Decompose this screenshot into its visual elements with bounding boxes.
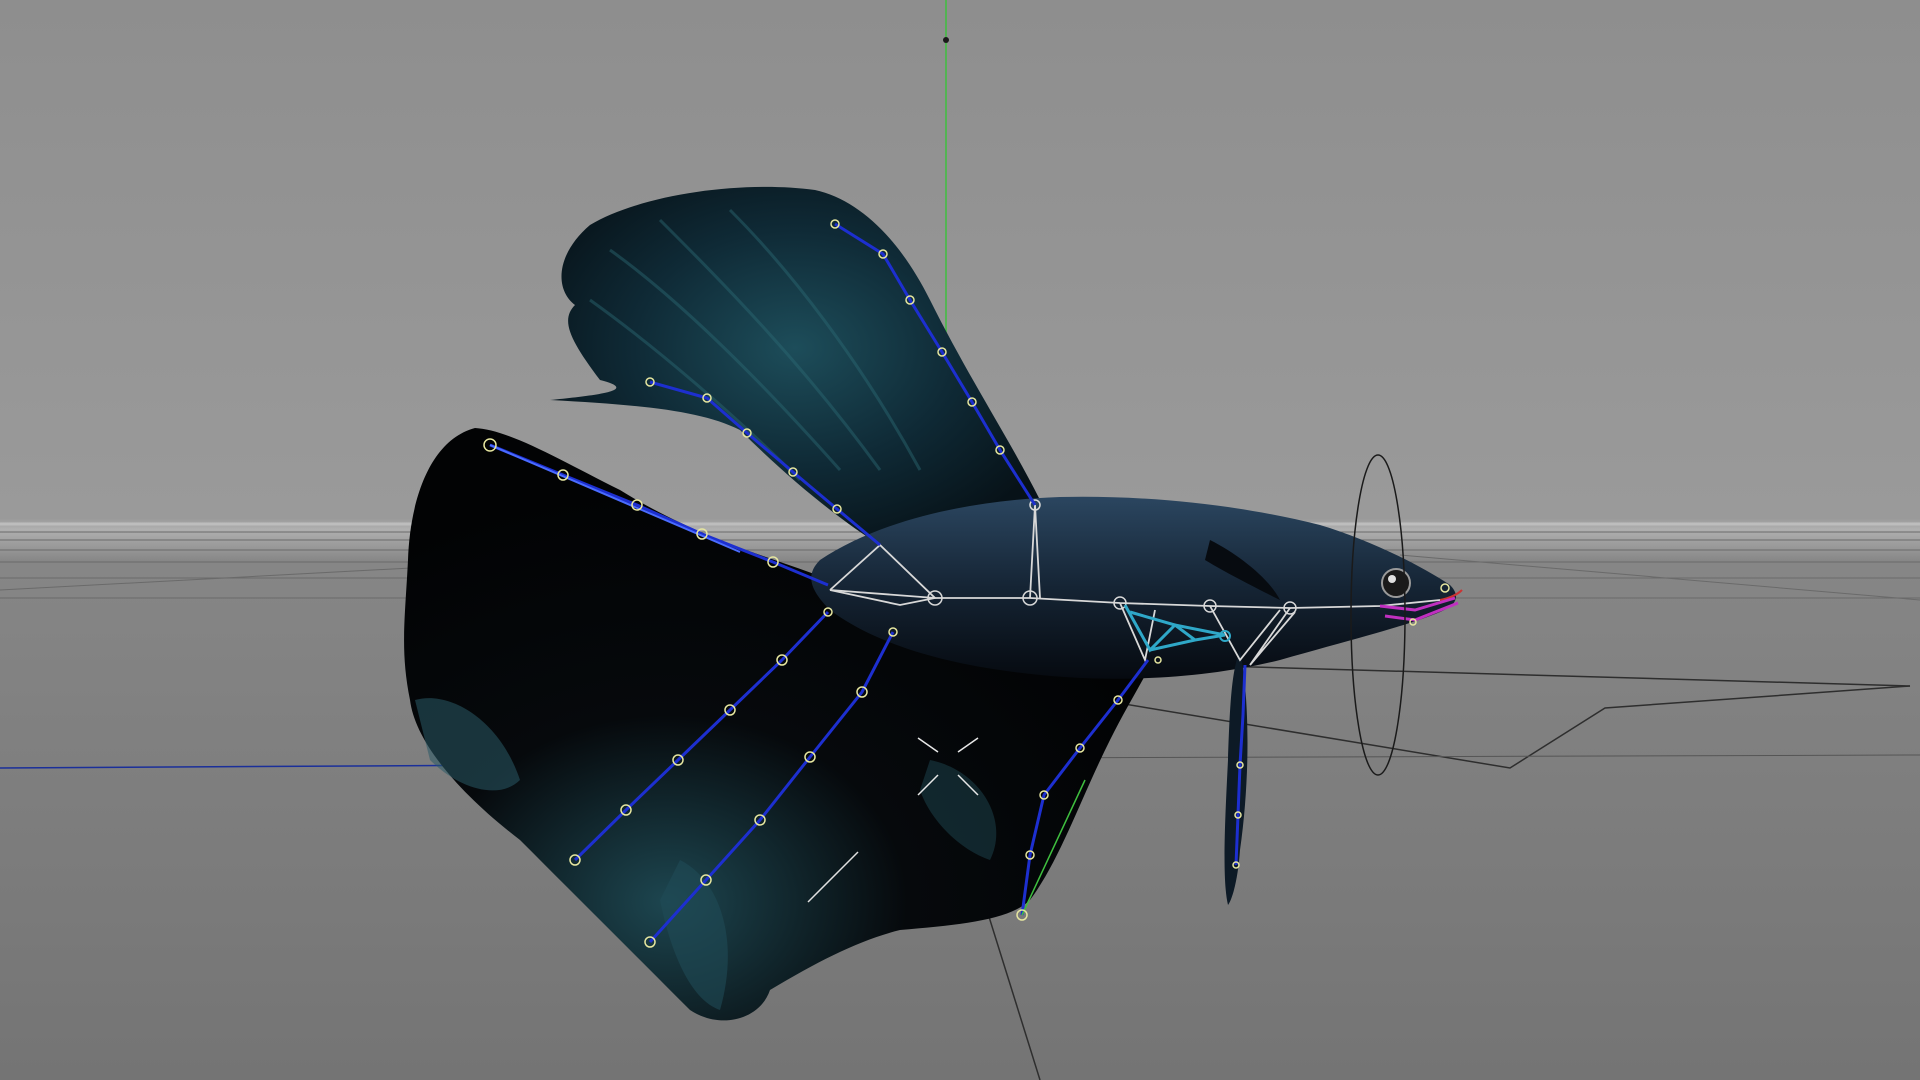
y-axis-tip: [943, 37, 949, 43]
fish-eye[interactable]: [1381, 568, 1411, 598]
3d-viewport[interactable]: [0, 0, 1920, 1080]
scene-canvas[interactable]: [0, 0, 1920, 1080]
fish-eye-highlight: [1388, 575, 1396, 583]
